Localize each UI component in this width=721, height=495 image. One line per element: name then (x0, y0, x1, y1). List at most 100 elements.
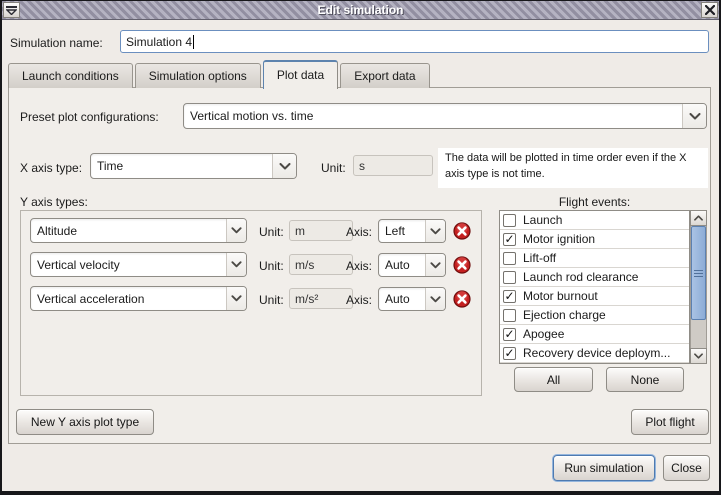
checkbox[interactable]: ✓ (503, 347, 516, 360)
chevron-down-icon (425, 220, 445, 242)
flight-event-label: Recovery device deploym... (523, 346, 670, 360)
checkbox[interactable]: ✓ (503, 290, 516, 303)
tab-simulation-options[interactable]: Simulation options (135, 63, 261, 88)
plot-order-info: The data will be plotted in time order e… (438, 148, 708, 188)
unit-label: Unit: (259, 293, 284, 307)
flight-event-row[interactable]: ✓ Recovery device deploym... (500, 344, 689, 363)
checkbox[interactable] (503, 252, 516, 265)
flight-event-label: Launch rod clearance (523, 270, 638, 284)
simulation-name-label: Simulation name: (10, 36, 103, 50)
flight-events-list[interactable]: Launch ✓ Motor ignition Lift-off Launch r… (499, 210, 690, 364)
chevron-down-icon (226, 287, 246, 310)
flight-events-label: Flight events: (499, 195, 690, 209)
text-caret (193, 35, 194, 49)
scroll-down-button[interactable] (690, 348, 707, 364)
unit-label: Unit: (259, 225, 284, 239)
axis-select-2[interactable]: Auto (378, 253, 446, 277)
tab-label: Export data (354, 69, 415, 83)
flight-event-row[interactable]: Ejection charge (500, 306, 689, 325)
chevron-down-icon (694, 353, 703, 359)
none-button[interactable]: None (606, 367, 684, 392)
tab-launch-conditions[interactable]: Launch conditions (8, 63, 133, 88)
tab-export-data[interactable]: Export data (340, 63, 429, 88)
checkbox[interactable] (503, 214, 516, 227)
y-axis-type-value: Vertical acceleration (31, 287, 226, 310)
simulation-name-value: Simulation 4 (126, 35, 192, 49)
x-axis-unit-value: s (359, 159, 365, 173)
axis-label: Axis: (346, 259, 372, 273)
close-window-button[interactable] (701, 2, 718, 18)
chevron-down-icon (682, 104, 706, 128)
unit-field: m (289, 220, 353, 241)
delete-icon[interactable] (453, 290, 471, 308)
window-menu-icon (6, 6, 17, 15)
none-button-label: None (631, 373, 660, 387)
chevron-down-icon (272, 154, 296, 178)
close-button[interactable]: Close (663, 455, 710, 481)
flight-events-scrollbar[interactable] (690, 210, 707, 364)
flight-event-label: Launch (523, 213, 562, 227)
unit-value: m/s (295, 258, 314, 272)
close-button-label: Close (671, 461, 702, 475)
flight-event-row[interactable]: Lift-off (500, 249, 689, 268)
y-axis-type-select-2[interactable]: Vertical velocity (30, 252, 247, 277)
flight-event-row[interactable]: ✓ Motor ignition (500, 230, 689, 249)
preset-config-select[interactable]: Vertical motion vs. time (183, 103, 707, 129)
axis-label: Axis: (346, 293, 372, 307)
x-axis-unit-field: s (353, 155, 433, 176)
scrollbar-thumb[interactable] (691, 226, 706, 320)
y-axis-type-value: Altitude (31, 219, 226, 242)
checkbox[interactable]: ✓ (503, 328, 516, 341)
tab-label: Launch conditions (22, 69, 119, 83)
axis-label: Axis: (346, 225, 372, 239)
new-y-axis-plot-type-label: New Y axis plot type (31, 415, 139, 429)
flight-event-row[interactable]: Launch (500, 211, 689, 230)
axis-select-3[interactable]: Auto (378, 287, 446, 311)
checkbox[interactable] (503, 271, 516, 284)
axis-select-1[interactable]: Left (378, 219, 446, 243)
x-axis-type-select[interactable]: Time (90, 153, 297, 179)
flight-event-label: Apogee (523, 327, 564, 341)
plot-flight-button[interactable]: Plot flight (631, 409, 709, 435)
run-simulation-button[interactable]: Run simulation (553, 455, 655, 481)
x-axis-type-value: Time (91, 154, 272, 178)
flight-event-label: Motor burnout (523, 289, 598, 303)
preset-config-label: Preset plot configurations: (20, 110, 159, 124)
checkbox[interactable] (503, 309, 516, 322)
flight-event-row[interactable]: Launch rod clearance (500, 268, 689, 287)
delete-icon[interactable] (453, 256, 471, 274)
run-simulation-label: Run simulation (564, 461, 643, 475)
chevron-down-icon (226, 253, 246, 276)
x-axis-unit-label: Unit: (321, 161, 346, 175)
y-axis-types-label: Y axis types: (20, 195, 88, 209)
tab-plot-data[interactable]: Plot data (263, 60, 338, 89)
flight-event-label: Ejection charge (523, 308, 606, 322)
axis-value: Auto (379, 254, 425, 276)
window-menu-button[interactable] (3, 2, 20, 18)
new-y-axis-plot-type-button[interactable]: New Y axis plot type (16, 409, 154, 435)
thumb-grip (694, 270, 703, 277)
simulation-name-input[interactable]: Simulation 4 (120, 30, 709, 53)
title-bar[interactable]: Edit simulation (2, 1, 719, 20)
y-axis-type-select-3[interactable]: Vertical acceleration (30, 286, 247, 311)
plot-flight-label: Plot flight (645, 415, 694, 429)
close-icon (705, 5, 715, 15)
checkbox[interactable]: ✓ (503, 233, 516, 246)
flight-event-label: Motor ignition (523, 232, 595, 246)
unit-label: Unit: (259, 259, 284, 273)
tab-label: Plot data (277, 68, 324, 82)
unit-field: m/s (289, 254, 353, 275)
all-button-label: All (547, 373, 560, 387)
y-axis-type-select-1[interactable]: Altitude (30, 218, 247, 243)
flight-event-row[interactable]: ✓ Apogee (500, 325, 689, 344)
tab-label: Simulation options (149, 69, 247, 83)
unit-value: m/s² (295, 292, 318, 306)
all-button[interactable]: All (514, 367, 593, 392)
delete-icon[interactable] (453, 222, 471, 240)
chevron-down-icon (226, 219, 246, 242)
window-title: Edit simulation (2, 3, 719, 17)
axis-value: Left (379, 220, 425, 242)
scroll-up-button[interactable] (690, 210, 707, 226)
flight-event-row[interactable]: ✓ Motor burnout (500, 287, 689, 306)
unit-field: m/s² (289, 288, 353, 309)
